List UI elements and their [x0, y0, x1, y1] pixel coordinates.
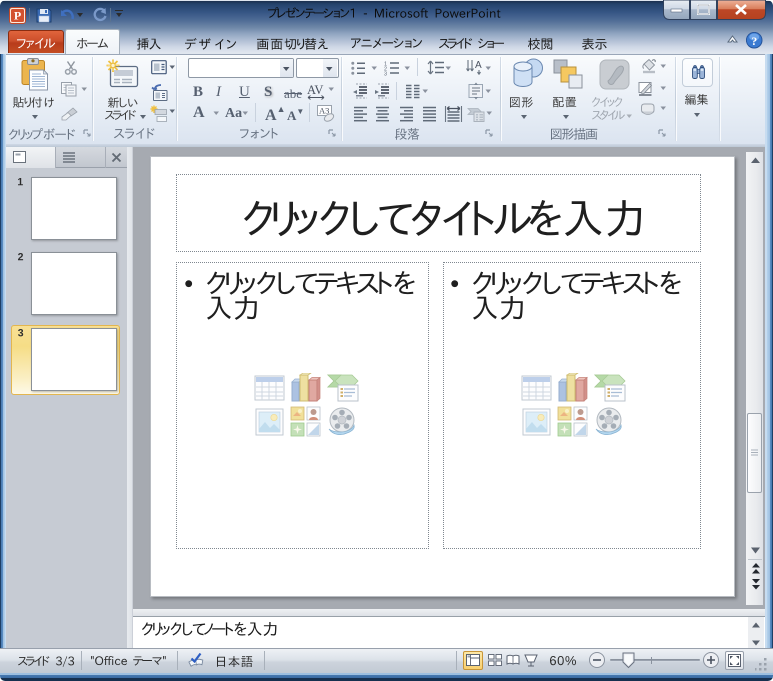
svg-text:3: 3	[384, 72, 387, 77]
svg-text:P: P	[14, 9, 21, 23]
svg-text:A: A	[475, 60, 482, 71]
svg-text:?: ?	[751, 34, 757, 48]
svg-text:AV: AV	[307, 84, 323, 97]
